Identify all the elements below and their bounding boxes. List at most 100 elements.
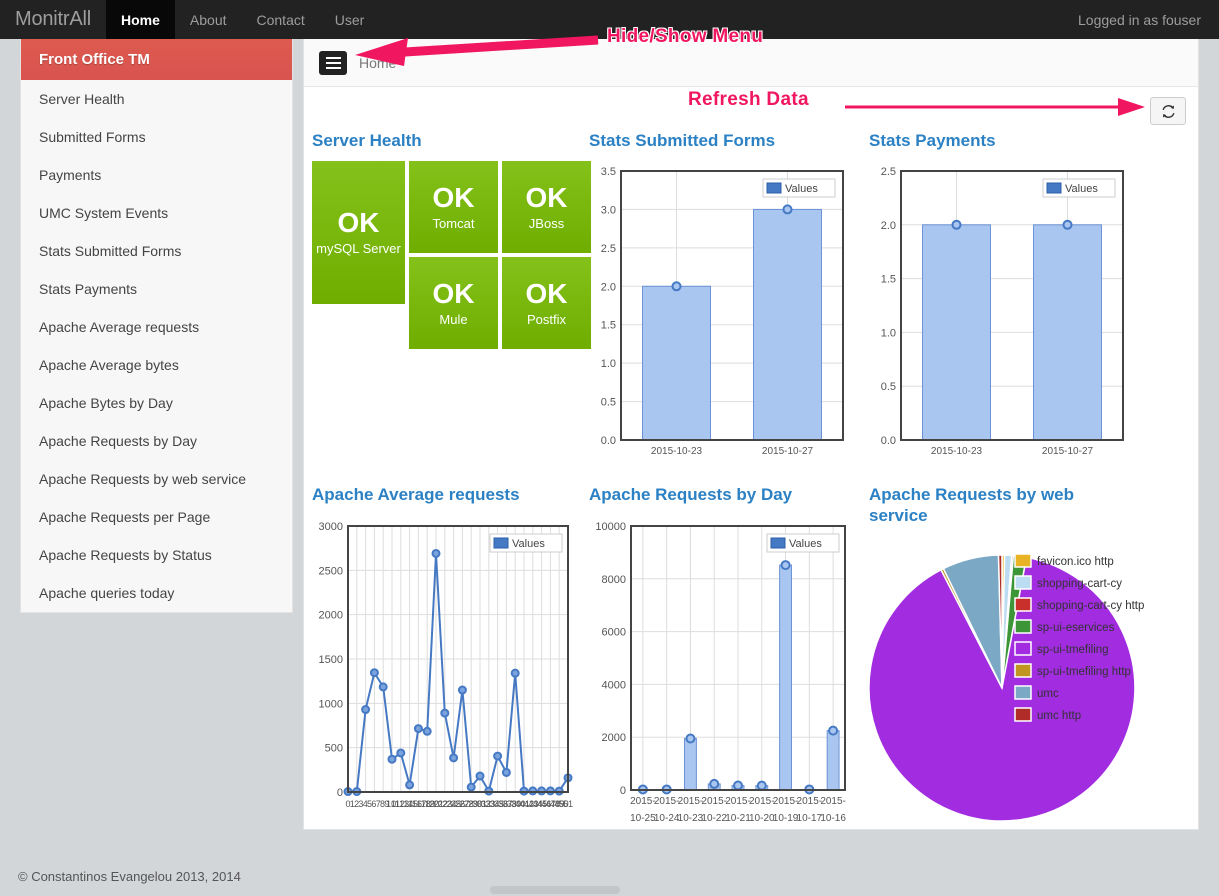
widget-apache-average-requests: Apache Average requests 0 500 1000 1500 2000… (304, 485, 581, 841)
nav-link-contact[interactable]: Contact (242, 0, 320, 39)
chart-title-apache-average-requests: Apache Average requests (312, 485, 520, 505)
nav-link-user[interactable]: User (320, 0, 380, 39)
svg-text:1.5: 1.5 (881, 274, 896, 286)
svg-text:3.0: 3.0 (601, 205, 616, 217)
svg-text:10-22: 10-22 (701, 813, 727, 824)
data-point (431, 548, 441, 558)
sidebar-item-umc-system-events[interactable]: UMC System Events (21, 194, 292, 232)
tile-jboss[interactable]: OK JBoss (502, 161, 591, 254)
svg-text:10-16: 10-16 (820, 813, 846, 824)
line-series (348, 553, 569, 794)
svg-text:sp-ui-tmefiling: sp-ui-tmefiling (1037, 644, 1109, 656)
svg-text:2.5: 2.5 (601, 243, 616, 255)
sidebar-item-payments[interactable]: Payments (21, 156, 292, 194)
svg-text:6000: 6000 (602, 626, 626, 638)
data-point (528, 786, 538, 796)
sidebar-item-apache-requests-by-status[interactable]: Apache Requests by Status (21, 536, 292, 574)
svg-text:sp-ui-tmefiling http: sp-ui-tmefiling http (1037, 666, 1131, 678)
svg-text:10-20: 10-20 (749, 813, 775, 824)
login-status: Logged in as fouser (1078, 11, 1201, 28)
chart-apache-requests-by-day[interactable]: 0 2000 4000 6000 8000 10000 2015- 10-25 2015- 10-… (589, 516, 853, 839)
chart-stats-payments[interactable]: 0.0 0.5 1.0 1.5 2.0 2.5 2015-10-23 2015-10-27 Va… (869, 161, 1133, 471)
svg-text:2000: 2000 (319, 609, 343, 621)
horizontal-scrollbar[interactable] (490, 886, 620, 894)
svg-text:2015-: 2015- (725, 796, 751, 807)
tile-status: OK (525, 277, 568, 309)
svg-text:Values: Values (785, 183, 818, 195)
chart-title-apache-requests-by-day: Apache Requests by Day (589, 485, 793, 505)
nav-link-about[interactable]: About (175, 0, 242, 39)
tile-status: OK (337, 207, 380, 239)
svg-text:3.5: 3.5 (601, 166, 616, 178)
tile-label: mySQL Server (316, 241, 401, 257)
svg-text:1.5: 1.5 (601, 320, 616, 332)
svg-text:2015-: 2015- (773, 796, 799, 807)
data-point (378, 682, 388, 692)
svg-text:0.0: 0.0 (881, 435, 896, 447)
svg-text:1.0: 1.0 (601, 359, 616, 371)
data-point (475, 771, 485, 781)
page-body: Front Office TM Server Health Submitted … (0, 39, 1219, 857)
data-point (782, 204, 793, 215)
svg-text:1.0: 1.0 (881, 328, 896, 340)
svg-text:10-17: 10-17 (797, 813, 823, 824)
chart-title-stats-payments: Stats Payments (869, 131, 996, 150)
breadcrumb-bar: Home (304, 39, 1198, 87)
tile-postfix[interactable]: OK Postfix (502, 257, 591, 350)
data-point (709, 778, 720, 789)
data-point (449, 753, 459, 763)
svg-text:2015-10-27: 2015-10-27 (1042, 446, 1094, 457)
breadcrumb: Home (359, 54, 397, 71)
sidebar-item-apache-bytes-by-day[interactable]: Apache Bytes by Day (21, 384, 292, 422)
sidebar-item-apache-requests-per-page[interactable]: Apache Requests per Page (21, 498, 292, 536)
svg-text:2015-: 2015- (749, 796, 775, 807)
tile-mule[interactable]: OK Mule (409, 257, 498, 350)
chart-apache-average-requests[interactable]: 0 500 1000 1500 2000 2500 3000 0 1 2 3 4 5 6 7 8 9 10 11 12… (312, 516, 573, 831)
sidebar-item-apache-requests-by-web-service[interactable]: Apache Requests by web service (21, 460, 292, 498)
sidebar-item-stats-submitted-forms[interactable]: Stats Submitted Forms (21, 232, 292, 270)
sidebar-item-apache-queries-today[interactable]: Apache queries today (21, 574, 292, 612)
chart-stats-submitted-forms[interactable]: 0.0 0.5 1.0 1.5 2.0 2.5 3.0 3.5 2015-10-23 2015-1… (589, 161, 853, 471)
tile-label: Tomcat (432, 215, 475, 231)
tile-tomcat[interactable]: OK Tomcat (409, 161, 498, 254)
chart-svg: 0 2000 4000 6000 8000 10000 2015- 10-25 2015- 10-… (595, 521, 846, 824)
data-point (685, 733, 696, 744)
svg-text:2015-: 2015- (820, 796, 846, 807)
svg-text:Values: Values (1065, 183, 1098, 195)
svg-text:0.5: 0.5 (881, 382, 896, 394)
refresh-icon[interactable] (1150, 97, 1186, 125)
toolbar (304, 87, 1198, 131)
sidebar-item-apache-average-bytes[interactable]: Apache Average bytes (21, 346, 292, 384)
svg-text:2015-10-27: 2015-10-27 (762, 446, 814, 457)
tile-label: JBoss (528, 215, 565, 231)
svg-text:1000: 1000 (319, 698, 343, 710)
svg-text:Values: Values (789, 538, 822, 550)
data-point (510, 668, 520, 678)
sidebar-item-server-health[interactable]: Server Health (21, 80, 292, 118)
nav-link-home[interactable]: Home (106, 0, 175, 39)
svg-text:favicon.ico http: favicon.ico http (1037, 556, 1114, 568)
chart-apache-requests-by-web-service[interactable]: favicon.ico http shopping-cart-cy shopping… (868, 536, 1144, 841)
svg-text:2.0: 2.0 (881, 220, 896, 232)
bar (642, 286, 711, 441)
bar (753, 209, 822, 441)
data-point (361, 704, 371, 714)
svg-text:sp-ui-eservices: sp-ui-eservices (1037, 622, 1115, 634)
main-content: Home Server Health OK mySQL Server OK To… (303, 39, 1199, 830)
brand-logo[interactable]: MonitrAll (0, 0, 106, 39)
sidebar-item-submitted-forms[interactable]: Submitted Forms (21, 118, 292, 156)
svg-text:4000: 4000 (602, 679, 626, 691)
svg-text:0.0: 0.0 (601, 435, 616, 447)
sidebar-item-apache-average-requests[interactable]: Apache Average requests (21, 308, 292, 346)
svg-text:500: 500 (325, 742, 343, 754)
hamburger-icon[interactable] (319, 50, 347, 75)
svg-text:2015-: 2015- (797, 796, 823, 807)
sidebar-item-stats-payments[interactable]: Stats Payments (21, 270, 292, 308)
tile-label: Mule (439, 311, 468, 327)
svg-text:2500: 2500 (319, 565, 343, 577)
chart-legend: Values (766, 533, 840, 553)
tile-mysql-server[interactable]: OK mySQL Server (312, 161, 405, 305)
sidebar-item-apache-requests-by-day[interactable]: Apache Requests by Day (21, 422, 292, 460)
tile-status: OK (432, 181, 475, 213)
bar (684, 737, 697, 791)
